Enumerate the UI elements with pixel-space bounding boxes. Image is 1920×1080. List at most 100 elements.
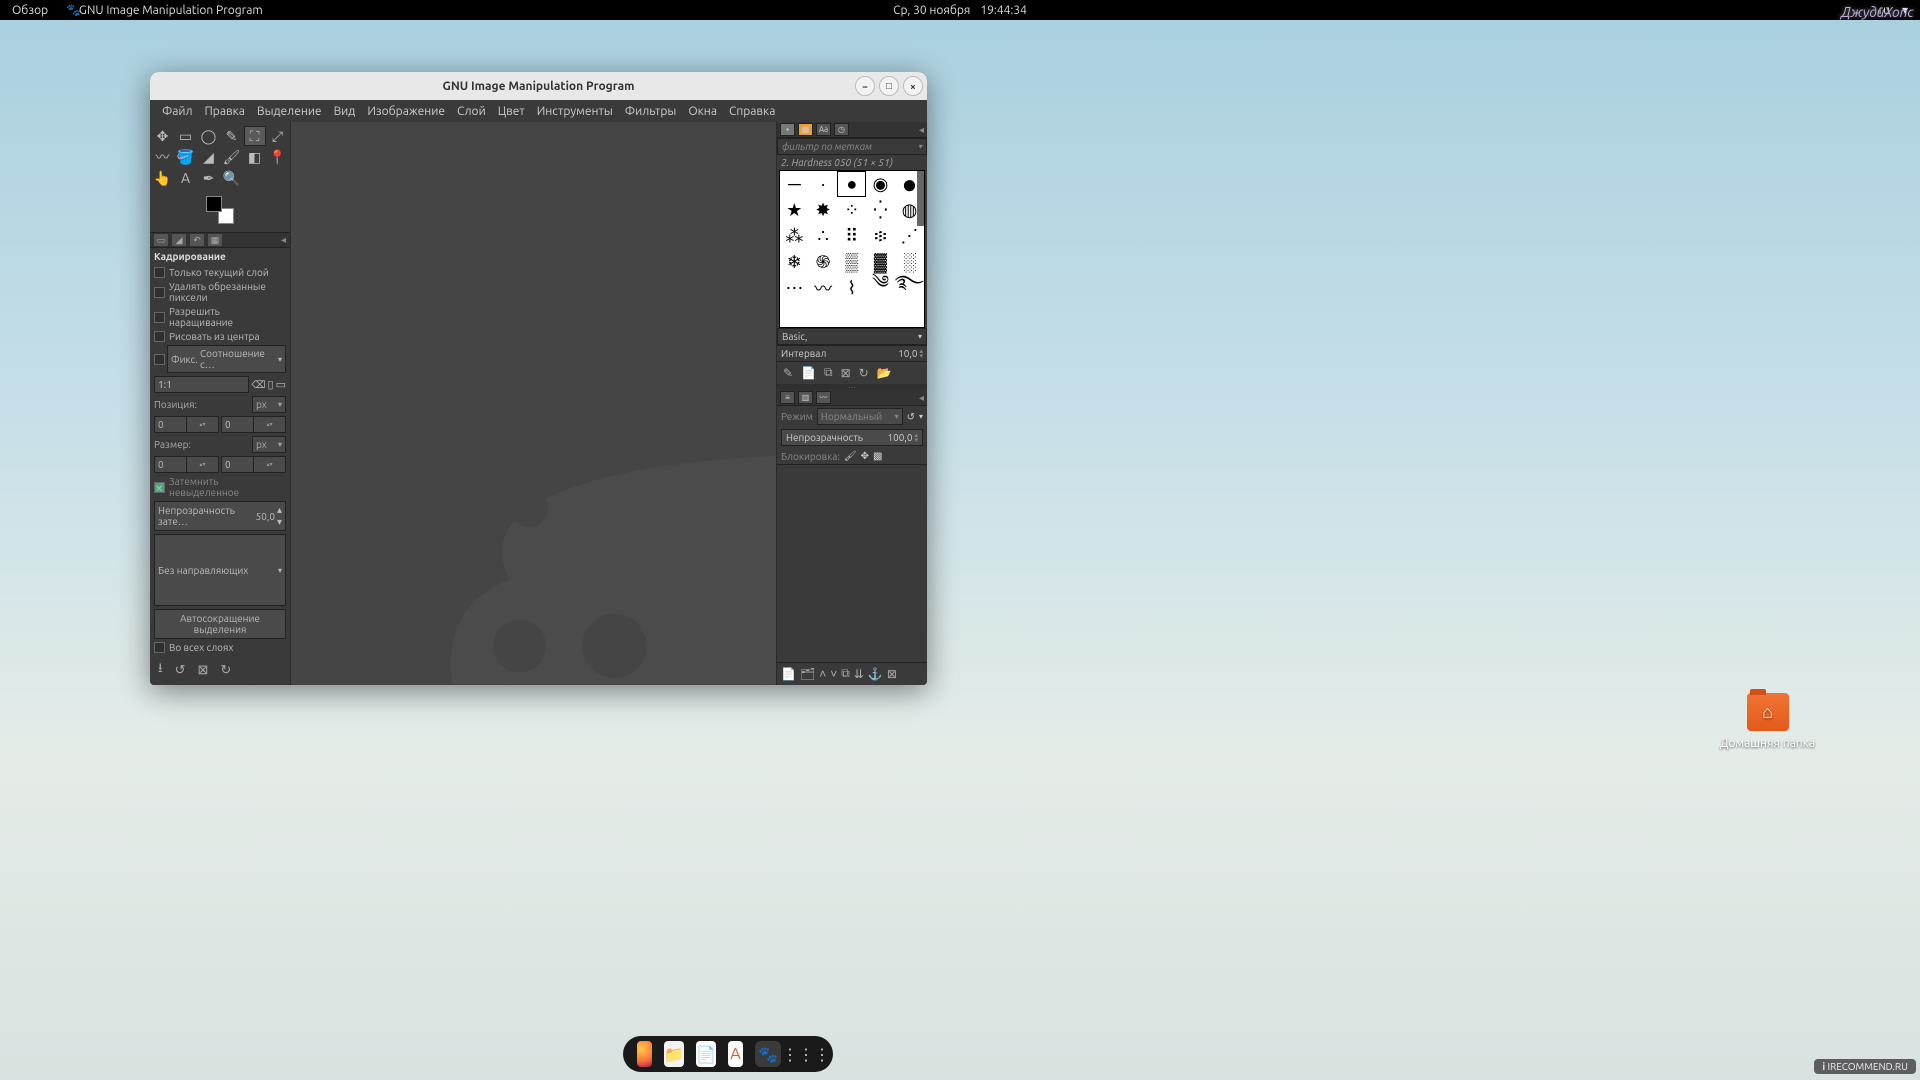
opt-delete-cropped[interactable]: Удалять обрезанные пиксели — [154, 281, 286, 303]
edit-brush-icon[interactable]: ✎ — [783, 366, 793, 380]
tool-smudge[interactable]: 👆 — [152, 168, 174, 188]
brush-item[interactable]: ⌇ — [837, 275, 866, 301]
size-unit[interactable]: px▾ — [252, 436, 286, 453]
tool-transform[interactable]: ⤢ — [267, 126, 289, 146]
brush-spacing[interactable]: Интервал10,0▴▾ — [777, 345, 927, 361]
tab-layers-icon[interactable]: ≡ — [780, 391, 795, 404]
tool-move[interactable]: ✥ — [152, 126, 174, 146]
pos-x-input[interactable]: 0▴▾ — [154, 416, 219, 433]
clear-input-icon[interactable]: ⌫ — [251, 379, 265, 391]
save-preset-icon[interactable]: ⭳ — [158, 659, 163, 681]
brush-item[interactable]: ❄ — [780, 249, 809, 275]
menu-view[interactable]: Вид — [328, 102, 362, 121]
menu-help[interactable]: Справка — [723, 102, 781, 121]
position-unit[interactable]: px▾ — [252, 396, 286, 413]
titlebar[interactable]: GNU Image Manipulation Program − □ × — [150, 72, 927, 100]
tab-channels-icon[interactable]: ▥ — [798, 391, 813, 404]
brush-item[interactable]: ፨ — [866, 223, 895, 249]
opt-guides-dropdown[interactable]: Без направляющих▾ — [154, 534, 286, 606]
dock-libreoffice[interactable]: 📄 — [696, 1041, 716, 1067]
delete-preset-icon[interactable]: ⊠ — [197, 663, 208, 678]
topbar-time[interactable]: 19:44:34 — [980, 4, 1027, 17]
activities-button[interactable]: Обзор — [12, 4, 48, 17]
opt-autoshrink-button[interactable]: Автосокращение выделения — [154, 609, 286, 639]
brush-preset-dropdown[interactable]: Basic,▾ — [777, 328, 927, 345]
brush-item[interactable]: ⠿ — [837, 223, 866, 249]
lock-alpha-icon[interactable]: ▩ — [873, 450, 882, 462]
menu-color[interactable]: Цвет — [492, 102, 531, 121]
delete-layer-icon[interactable]: ⊠ — [887, 667, 897, 681]
desktop-home-folder[interactable]: ⌂ Домашняя папка — [1720, 693, 1815, 750]
brush-item[interactable]: ֍ — [809, 249, 838, 275]
fg-bg-swatch[interactable] — [150, 192, 290, 228]
tab-fonts-icon[interactable]: Aa — [816, 123, 831, 136]
dup-layer-icon[interactable]: ⧉ — [841, 667, 850, 681]
brush-item[interactable]: ⁘ — [837, 197, 866, 223]
layer-mode-dropdown[interactable]: Нормальный▾ — [817, 408, 903, 425]
opt-allow-grow[interactable]: Разрешить наращивание — [154, 306, 286, 328]
anchor-layer-icon[interactable]: ⚓ — [868, 667, 883, 681]
maximize-button[interactable]: □ — [879, 76, 899, 96]
opt-highlight-opacity[interactable]: Непрозрачность зате…50,0▴▾ — [154, 501, 286, 531]
brush-filter-input[interactable]: фильтр по меткам▾ — [777, 138, 927, 155]
tab-images-icon[interactable]: ▦ — [208, 234, 222, 246]
tab-tool-options-icon[interactable]: ▭ — [154, 234, 168, 246]
tab-undo-icon[interactable]: ↶ — [190, 234, 204, 246]
opt-fixed-check[interactable] — [154, 354, 165, 365]
open-brush-icon[interactable]: 📂 — [877, 366, 892, 380]
tab-device-icon[interactable]: ◢ — [172, 234, 186, 246]
brush-item[interactable]: ◉ — [866, 171, 895, 197]
brush-item[interactable]: ★ — [780, 197, 809, 223]
brush-item[interactable]: ─ — [780, 171, 809, 197]
menu-tools[interactable]: Инструменты — [531, 102, 619, 121]
new-brush-icon[interactable]: 📄 — [801, 366, 816, 380]
brush-item[interactable]: ⁛ — [866, 197, 895, 223]
lock-position-icon[interactable]: ✥ — [861, 450, 869, 462]
portrait-icon[interactable]: ▯ — [268, 378, 274, 391]
lower-layer-icon[interactable]: ˅ — [830, 667, 837, 681]
opt-highlight[interactable]: ✕Затемнить невыделенное — [154, 476, 286, 498]
tool-gradient[interactable]: ◢ — [198, 147, 220, 167]
pos-y-input[interactable]: 0▴▾ — [221, 416, 286, 433]
layers-tabs-menu-icon[interactable]: ◂ — [919, 392, 924, 404]
opt-from-center[interactable]: Рисовать из центра — [154, 331, 286, 342]
brush-item[interactable]: ⋰ — [895, 223, 924, 249]
size-w-input[interactable]: 0▴▾ — [154, 456, 219, 473]
refresh-brush-icon[interactable]: ↻ — [859, 366, 869, 380]
menu-file[interactable]: Файл — [156, 102, 199, 121]
brush-item[interactable]: ▒ — [837, 249, 866, 275]
fg-color[interactable] — [206, 196, 222, 212]
topbar-date[interactable]: Ср, 30 ноября — [893, 4, 970, 17]
close-button[interactable]: × — [903, 76, 923, 96]
tab-menu-icon[interactable]: ◂ — [281, 234, 286, 246]
brush-item[interactable]: ⋯ — [780, 275, 809, 301]
brush-item[interactable]: ✸ — [809, 197, 838, 223]
opt-all-layers[interactable]: Во всех слоях — [154, 642, 286, 653]
brush-item[interactable]: ࿐ — [895, 275, 924, 301]
dock-apps-grid[interactable]: ⋮⋮⋮ — [793, 1041, 819, 1067]
menu-windows[interactable]: Окна — [682, 102, 723, 121]
dock-files[interactable]: 📁 — [664, 1041, 684, 1067]
opt-current-layer[interactable]: Только текущий слой — [154, 267, 286, 278]
tool-fuzzy-select[interactable]: ✎ — [221, 126, 243, 146]
menu-image[interactable]: Изображение — [361, 102, 451, 121]
tool-warp[interactable]: 〰 — [152, 147, 174, 167]
new-layer-icon[interactable]: 📄 — [781, 667, 796, 681]
tool-brush[interactable]: 🖌 — [221, 147, 243, 167]
brush-item[interactable]: ༄ — [866, 275, 895, 301]
tab-history-icon[interactable]: ◷ — [834, 123, 849, 136]
dock-software[interactable]: A — [728, 1041, 743, 1067]
new-group-icon[interactable]: 🗂 — [800, 667, 815, 681]
menu-layer[interactable]: Слой — [451, 102, 492, 121]
tab-patterns-icon[interactable]: ▦ — [798, 123, 813, 136]
opt-fixed-dropdown[interactable]: Фикс. Соотношение с…▾ — [167, 345, 286, 373]
menu-select[interactable]: Выделение — [251, 102, 328, 121]
canvas-area[interactable] — [291, 122, 776, 685]
menu-filters[interactable]: Фильтры — [619, 102, 683, 121]
size-h-input[interactable]: 0▴▾ — [221, 456, 286, 473]
tool-zoom[interactable]: 🔍 — [221, 168, 243, 188]
raise-layer-icon[interactable]: ˄ — [819, 667, 826, 681]
dock-gimp[interactable]: 🐾 — [755, 1041, 781, 1067]
reset-preset-icon[interactable]: ↻ — [220, 663, 231, 678]
layer-list[interactable] — [777, 464, 927, 662]
